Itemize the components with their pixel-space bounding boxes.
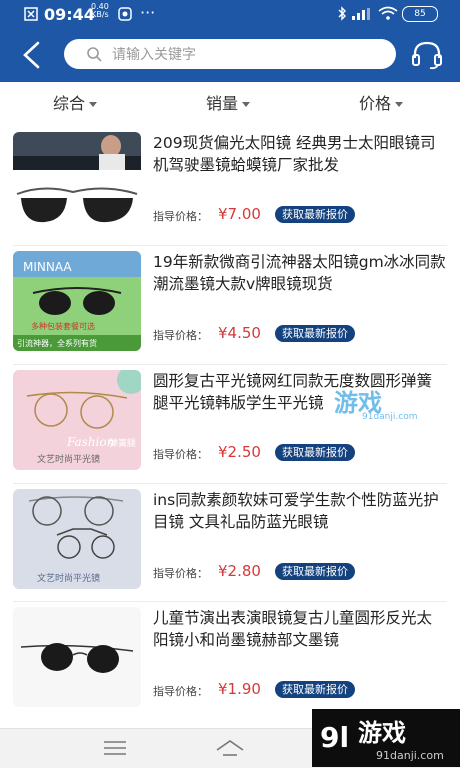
thumb-text-2: 引流神器，全系列有货 — [17, 338, 97, 348]
thumb-script: Fashion — [66, 435, 114, 449]
product-title[interactable]: 19年新款微商引流神器太阳镜gm冰冰同款潮流墨镜大款v牌眼镜现货 — [153, 251, 447, 295]
sort-tab-sales[interactable]: 销量 — [206, 90, 251, 114]
product-item[interactable]: MINNAA 多种包装套餐可选 引流神器，全系列有货 19年新款微商引流神器太阳… — [0, 251, 460, 367]
product-title[interactable]: 209现货偏光太阳镜 经典男士太阳眼镜司机驾驶墨镜蛤蟆镜厂家批发 — [153, 132, 447, 176]
app-notify-icon — [118, 7, 132, 21]
app-header: 09:44 0.40 KB/s ··· 85 — [0, 0, 460, 82]
price-label: 指导价格： — [153, 567, 208, 580]
product-price: ¥1.90 — [218, 680, 261, 698]
watermark-mid-site: 91danji.com — [362, 412, 418, 422]
price-label: 指导价格： — [153, 329, 208, 342]
divider — [13, 364, 447, 365]
price-label: 指导价格： — [153, 210, 208, 223]
caret-down-icon — [395, 102, 404, 107]
product-item[interactable]: 文艺时尚平光镜 ins同款素颜软妹可爱学生款个性防蓝光护目镜 文具礼品防蓝光眼镜… — [0, 489, 460, 605]
sort-tab-price[interactable]: 价格 — [359, 90, 404, 114]
caret-down-icon — [89, 102, 98, 107]
get-quote-button[interactable]: 获取最新报价 — [275, 325, 355, 342]
product-image: 文艺时尚平光镜 — [13, 489, 141, 589]
price-label: 指导价格： — [153, 685, 208, 698]
search-box[interactable] — [64, 39, 396, 71]
product-title[interactable]: ins同款素颜软妹可爱学生款个性防蓝光护目镜 文具礼品防蓝光眼镜 — [153, 489, 447, 533]
sort-tab-label: 综合 — [53, 94, 86, 113]
divider — [13, 483, 447, 484]
product-price: ¥4.50 — [218, 324, 261, 342]
home-icon[interactable] — [215, 738, 245, 758]
price-label: 指导价格： — [153, 448, 208, 461]
sunglasses-photo: MINNAA 多种包装套餐可选 引流神器，全系列有货 — [13, 251, 141, 351]
product-price: ¥7.00 — [218, 205, 261, 223]
product-title[interactable]: 圆形复古平光镜网红同款无度数圆形弹簧腿平光镜韩版学生平光镜 — [153, 370, 447, 414]
divider — [13, 601, 447, 602]
get-quote-button[interactable]: 获取最新报价 — [275, 563, 355, 580]
watermark-brand: 游戏 — [358, 719, 406, 747]
sort-bar: 综合 销量 价格 — [0, 82, 460, 122]
notification-icon — [24, 7, 38, 21]
back-arrow-icon[interactable] — [18, 40, 48, 70]
glasses-photo: 文艺时尚平光镜 — [13, 489, 141, 589]
glasses-photo: Fashion 弹簧腿 文艺时尚平光镜 — [13, 370, 141, 470]
product-item[interactable]: 儿童节演出表演眼镜复古儿童圆形反光太阳镜小和尚墨镜赫部文墨镜 指导价格： ¥1.… — [0, 607, 460, 723]
sort-tab-label: 价格 — [359, 94, 392, 113]
status-time: 09:44 — [44, 5, 95, 24]
thumb-caption: 文艺时尚平光镜 — [37, 572, 100, 584]
watermark-badge: 9l 游戏 91danji.com — [312, 709, 460, 767]
network-speed: 0.40 KB/s — [91, 3, 109, 19]
product-price: ¥2.80 — [218, 562, 261, 580]
product-image: Fashion 弹簧腿 文艺时尚平光镜 — [13, 370, 141, 470]
get-quote-button[interactable]: 获取最新报价 — [275, 444, 355, 461]
sort-tab-comprehensive[interactable]: 综合 — [53, 90, 98, 114]
headset-icon[interactable] — [410, 40, 444, 70]
thumb-caption: 文艺时尚平光镜 — [37, 453, 100, 465]
status-more: ··· — [140, 3, 156, 22]
product-item[interactable]: Fashion 弹簧腿 文艺时尚平光镜 圆形复古平光镜网红同款无度数圆形弹簧腿平… — [0, 370, 460, 486]
caret-down-icon — [242, 102, 251, 107]
search-input[interactable] — [110, 39, 384, 71]
product-image — [13, 607, 141, 707]
sort-tab-label: 销量 — [206, 94, 239, 113]
product-title[interactable]: 儿童节演出表演眼镜复古儿童圆形反光太阳镜小和尚墨镜赫部文墨镜 — [153, 607, 447, 651]
menu-icon[interactable] — [104, 740, 126, 756]
thumb-tag: 弹簧腿 — [109, 437, 136, 449]
watermark-logo-icon: 9l — [320, 721, 349, 754]
speed-unit: KB/s — [91, 10, 109, 19]
battery-indicator: 85 — [402, 6, 438, 22]
status-bar: 09:44 0.40 KB/s ··· 85 — [0, 0, 460, 28]
sunglasses-photo — [13, 607, 141, 707]
wifi-icon — [378, 6, 398, 20]
get-quote-button[interactable]: 获取最新报价 — [275, 206, 355, 223]
sunglasses-photo — [13, 132, 141, 232]
svg-text:9l: 9l — [320, 721, 349, 754]
thumb-text-1: 多种包装套餐可选 — [31, 321, 95, 331]
divider — [13, 245, 447, 246]
product-image — [13, 132, 141, 232]
bluetooth-icon — [338, 6, 346, 21]
signal-icon — [352, 8, 370, 20]
get-quote-button[interactable]: 获取最新报价 — [275, 681, 355, 698]
watermark-site: 91danji.com — [376, 749, 444, 762]
product-item[interactable]: 209现货偏光太阳镜 经典男士太阳眼镜司机驾驶墨镜蛤蟆镜厂家批发 指导价格： ¥… — [0, 132, 460, 248]
product-image: MINNAA 多种包装套餐可选 引流神器，全系列有货 — [13, 251, 141, 351]
thumb-brand: MINNAA — [23, 260, 72, 274]
search-icon — [87, 47, 102, 62]
product-price: ¥2.50 — [218, 443, 261, 461]
